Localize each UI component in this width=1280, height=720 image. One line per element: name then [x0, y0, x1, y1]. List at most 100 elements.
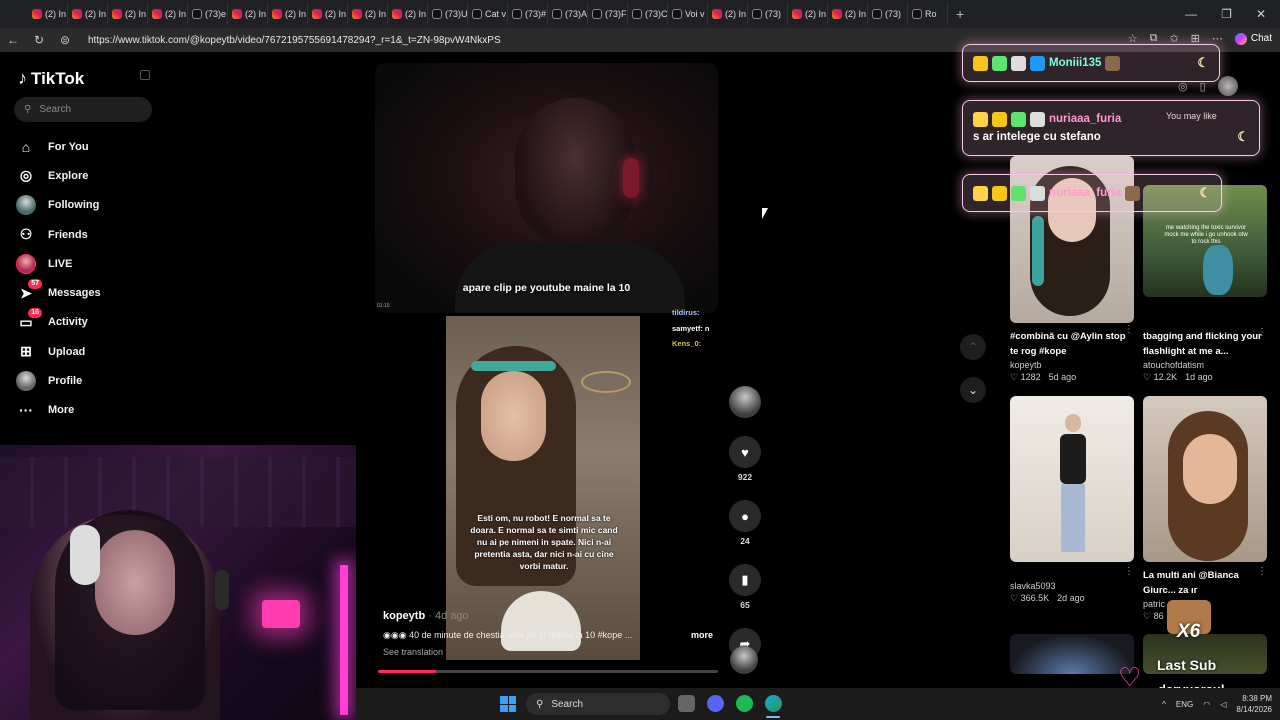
video-player-previous[interactable]: apare clip pe youtube maine la 10 01:10: [375, 63, 718, 313]
collapse-sidebar-icon[interactable]: [140, 70, 150, 80]
neon-light: [340, 565, 348, 715]
card-meta: ♡ 12.2K 1d ago: [1143, 372, 1267, 383]
browser-tab[interactable]: (73)A: [548, 3, 588, 25]
save-button[interactable]: ▮: [729, 564, 761, 596]
browser-tab[interactable]: (73)#: [508, 3, 548, 25]
volume-icon[interactable]: ◁: [1220, 700, 1226, 709]
video-description-text: 40 de minute de chestia asta pe yt maine…: [409, 630, 633, 640]
site-info-icon[interactable]: ⊜: [52, 33, 78, 47]
sidebar-item-label: Messages: [48, 287, 101, 300]
back-icon[interactable]: ←: [0, 33, 26, 47]
language-indicator[interactable]: ENG: [1176, 700, 1193, 709]
recommended-card[interactable]: slavka5093 ♡ 366.5K 2d ago ⋮: [1010, 396, 1134, 604]
recommended-card[interactable]: me watching the toxic survivor mock me w…: [1143, 185, 1267, 383]
next-video-button[interactable]: ⌄: [960, 377, 986, 403]
browser-tab[interactable]: (2) In: [228, 3, 268, 25]
card-menu-icon[interactable]: ⋮: [1257, 566, 1267, 577]
browser-tab[interactable]: (2) In: [348, 3, 388, 25]
sidebar-item-explore[interactable]: ◎ Explore: [16, 161, 166, 190]
refresh-icon[interactable]: ↻: [26, 33, 52, 47]
user-avatar[interactable]: [1217, 76, 1238, 96]
windows-start-button[interactable]: [500, 696, 516, 712]
card-menu-icon[interactable]: ⋮: [1257, 327, 1267, 338]
edge-icon[interactable]: [765, 695, 782, 712]
notification-badge: 57: [28, 279, 42, 290]
tray-chevron-icon[interactable]: ^: [1162, 700, 1166, 709]
tab-label: (2) In: [165, 9, 187, 19]
search-input[interactable]: ⚲ Search: [14, 97, 152, 122]
video-description: ◉◉◉ 40 de minute de chestia asta pe yt m…: [383, 630, 632, 641]
see-translation-link[interactable]: See translation: [383, 647, 713, 657]
browser-tab[interactable]: Cat v: [468, 3, 508, 25]
sidebar-item-for-you[interactable]: ⌂ For You: [16, 132, 166, 161]
thumb-man-legs: [1061, 484, 1085, 552]
sound-avatar[interactable]: [730, 646, 758, 674]
browser-tab[interactable]: (2) In: [388, 3, 428, 25]
sidebar-item-more[interactable]: ··· More: [16, 396, 166, 425]
previous-video-button[interactable]: ⌃: [960, 334, 986, 360]
browser-tab[interactable]: (73): [748, 3, 788, 25]
browser-tab[interactable]: (2) In: [28, 3, 68, 25]
taskbar-search[interactable]: ⚲ Search: [526, 693, 670, 715]
sidebar-item-following[interactable]: Following: [16, 191, 166, 220]
video-progress-bar[interactable]: [378, 670, 718, 673]
badge-icon: [992, 55, 1007, 71]
close-window-icon[interactable]: ✕: [1256, 7, 1266, 21]
browser-tab[interactable]: (2) In: [828, 3, 868, 25]
browser-tab[interactable]: (73)e: [188, 3, 228, 25]
tiktok-logo[interactable]: ♪ TikTok: [18, 68, 84, 89]
url-field[interactable]: https://www.tiktok.com/@kopeytb/video/76…: [88, 35, 501, 46]
sidebar-item-activity[interactable]: ▭ 16 Activity: [16, 308, 166, 337]
browser-tab[interactable]: (2) In: [148, 3, 188, 25]
sidebar-item-label: More: [48, 404, 75, 417]
video-face: [481, 371, 546, 461]
browser-tab[interactable]: Voi v: [668, 3, 708, 25]
file-explorer-icon[interactable]: [678, 695, 695, 712]
sidebar-item-profile[interactable]: Profile: [16, 366, 166, 395]
comment-button[interactable]: ●: [729, 500, 761, 532]
recommended-card[interactable]: La multi ani @Bianca Giurc... za ıг patr…: [1143, 396, 1267, 622]
browser-tab[interactable]: (73): [868, 3, 908, 25]
video-stream-chat: tildirus: samyetf: n Kens_0:: [672, 305, 722, 352]
video-author[interactable]: kopeytb: [383, 610, 425, 622]
sidebar-item-live[interactable]: LIVE: [16, 249, 166, 278]
card-likes-value: 366.5K: [1020, 593, 1050, 603]
minimize-icon[interactable]: —: [1185, 7, 1197, 21]
browser-tab[interactable]: (73)F: [588, 3, 628, 25]
browser-tab[interactable]: (2) In: [108, 3, 148, 25]
copilot-chat-button[interactable]: Chat: [1234, 32, 1272, 45]
browser-tab[interactable]: (73)U: [428, 3, 468, 25]
tiktok-icon: [912, 9, 922, 19]
browser-tab[interactable]: (73)C: [628, 3, 668, 25]
wifi-icon[interactable]: ◠: [1203, 700, 1210, 709]
card-menu-icon[interactable]: ⋮: [1124, 566, 1134, 577]
window-controls: — ❐ ✕: [1185, 0, 1280, 28]
spotify-icon[interactable]: [736, 695, 753, 712]
browser-tab[interactable]: (2) In: [788, 3, 828, 25]
browser-tab[interactable]: (2) In: [68, 3, 108, 25]
tab-label: (73)A: [565, 9, 588, 19]
like-button[interactable]: ♥: [729, 436, 761, 468]
sidebar-item-upload[interactable]: ⊞ Upload: [16, 337, 166, 366]
video-player[interactable]: Esti om, nu robot! E normal sa te doara.…: [446, 316, 640, 660]
video-author-line: kopeytb · 4d ago: [383, 610, 713, 622]
menu-dots-icon[interactable]: ⋯: [1212, 32, 1223, 45]
card-author: kopeytb: [1010, 360, 1042, 370]
tiktok-icon: [512, 9, 522, 19]
card-author: slavka5093: [1010, 581, 1056, 591]
new-tab-button[interactable]: +: [948, 6, 972, 22]
avatar: [16, 371, 36, 392]
discord-icon[interactable]: [707, 695, 724, 712]
browser-tab[interactable]: Ro: [908, 3, 948, 25]
sidebar-item-messages[interactable]: ➤ 57 Messages: [16, 278, 166, 307]
tiktok-icon: [872, 9, 882, 19]
maximize-icon[interactable]: ❐: [1221, 7, 1232, 21]
browser-tab[interactable]: (2) In: [308, 3, 348, 25]
creator-avatar[interactable]: [729, 386, 761, 418]
more-button[interactable]: more: [691, 630, 713, 641]
card-menu-icon[interactable]: ⋮: [1124, 324, 1134, 335]
browser-tab[interactable]: (2) In: [708, 3, 748, 25]
sidebar-item-friends[interactable]: ⚇ Friends: [16, 220, 166, 249]
browser-tab[interactable]: (2) In: [268, 3, 308, 25]
clock[interactable]: 8:38 PM 8/14/2026: [1236, 693, 1272, 715]
